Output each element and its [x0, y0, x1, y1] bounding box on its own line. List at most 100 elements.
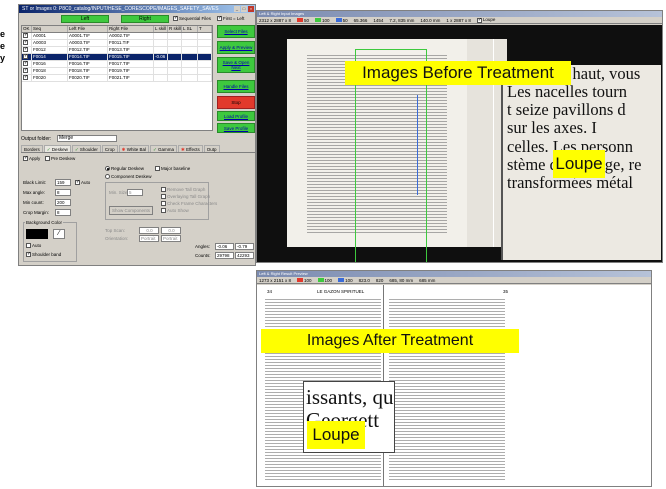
overlaying-option[interactable]: Overlaying Tall Graph — [161, 194, 210, 200]
row-ok-checkbox[interactable] — [22, 40, 32, 46]
before-status-dims: 2312 x 2887 x 8 — [259, 17, 292, 23]
table-row[interactable]: A0001A0001.TIFA0002.TIF — [22, 33, 212, 40]
apply-preview-button[interactable]: Apply & Preview — [217, 41, 255, 54]
sequential-files-checkbox[interactable] — [173, 15, 178, 22]
grid-header-right-file[interactable]: Right File — [108, 26, 154, 32]
max-angle-input[interactable]: 8 — [55, 189, 71, 196]
tab-crop[interactable]: Crop — [101, 145, 118, 152]
row-ok-checkbox[interactable] — [22, 61, 32, 67]
tab-white-bal[interactable]: ✱ White Bal — [118, 145, 149, 152]
row-checkbox[interactable] — [23, 33, 28, 39]
after-canvas[interactable]: 34 LE GAZON SPIRITUEL 35 issants, qu Geo… — [257, 285, 651, 486]
save-open-next-button[interactable]: Save & Open Next — [217, 57, 255, 73]
row-checkbox[interactable] — [23, 61, 28, 67]
row-seq: F0020 — [32, 75, 68, 81]
row-checkbox[interactable] — [23, 75, 28, 81]
row-right-file: A0002.TIF — [108, 33, 154, 39]
row-ok-checkbox[interactable] — [22, 75, 32, 81]
auto-checkbox[interactable] — [75, 179, 80, 186]
load-profile-button[interactable]: Load Profile — [217, 111, 255, 121]
save-profile-button[interactable]: Save Profile — [217, 123, 255, 133]
before-canvas[interactable]: de bas en haut, vous Les nacelles tourn … — [257, 25, 662, 262]
auto-option[interactable]: Auto — [75, 179, 90, 186]
output-folder-input[interactable]: Merge — [57, 135, 117, 142]
select-files-button[interactable]: Select Files — [217, 25, 255, 38]
file-list-grid[interactable]: OK Seq Left File Right File L skill R sk… — [21, 25, 213, 131]
before-status-dims2: 1 x 2887 x 8 — [446, 17, 471, 23]
min-size-input[interactable]: 5 — [127, 189, 143, 196]
shoulder-band-option[interactable]: Shoulder band — [26, 251, 61, 258]
tab-effects[interactable]: ✱ Effects — [178, 145, 203, 152]
grid-header-left-file[interactable]: Left File — [68, 26, 108, 32]
grid-header-l-skill[interactable]: L skill — [154, 26, 168, 32]
tab-deskew[interactable]: ✓ Deskew — [43, 145, 71, 152]
apply-checkbox[interactable] — [23, 155, 28, 162]
right-button[interactable]: Right — [121, 15, 169, 23]
row-left-file: F0012.TIF — [68, 47, 108, 53]
sequential-files-option[interactable]: Sequential Files — [173, 15, 212, 22]
grid-header-seq[interactable]: Seq — [32, 26, 68, 32]
min-count-input[interactable]: 200 — [55, 199, 71, 206]
row-r-skill — [168, 47, 182, 53]
tab-borders[interactable]: Borders — [21, 145, 43, 152]
component-deskew-radio[interactable] — [105, 174, 110, 180]
major-baseline-checkbox[interactable] — [155, 166, 160, 172]
tab-shoulder[interactable]: ✓ Shoulder — [71, 145, 101, 152]
table-row[interactable]: F0016F0016.TIFF0017.TIF — [22, 61, 212, 68]
row-ok-checkbox[interactable] — [22, 47, 32, 53]
check-frame-checkbox[interactable] — [161, 201, 166, 207]
table-row[interactable]: A0003A0003.TIFF0011.TIF — [22, 40, 212, 47]
auto-show-checkbox[interactable] — [161, 208, 166, 214]
eyedropper-icon[interactable]: ⁄ — [53, 229, 65, 239]
regular-deskew-option[interactable]: Regular Deskew — [105, 166, 144, 172]
grid-header-l-sl[interactable]: L SL — [182, 26, 198, 32]
component-deskew-option[interactable]: Component Deskew — [105, 174, 152, 180]
black-limit-input[interactable]: 159 — [55, 179, 71, 186]
background-color-swatch[interactable] — [26, 229, 48, 239]
max-angle-label: Max angle: — [23, 190, 46, 195]
minimize-icon[interactable]: _ — [234, 6, 240, 12]
min-count-label: Min count: — [23, 200, 44, 205]
first-left-option[interactable]: First = Left — [217, 15, 244, 22]
auto2-checkbox[interactable] — [26, 243, 31, 249]
row-checkbox[interactable] — [23, 68, 28, 74]
row-checkbox[interactable] — [23, 54, 28, 60]
crop-margin-input[interactable]: 8 — [55, 209, 71, 216]
row-checkbox[interactable] — [23, 47, 28, 53]
check-frame-option[interactable]: Check Frame Characters — [161, 201, 217, 207]
loupe-option[interactable]: Loupe — [476, 17, 495, 23]
left-button[interactable]: Left — [61, 15, 109, 23]
grid-header-t[interactable]: T — [198, 26, 212, 32]
auto-show-option[interactable]: Auto Show — [161, 208, 189, 214]
close-icon[interactable]: × — [248, 6, 254, 12]
show-components-button[interactable]: Show Components — [109, 206, 153, 215]
apply-option[interactable]: Apply — [23, 155, 40, 162]
tab-gamma[interactable]: ✓ Gamma — [149, 145, 178, 152]
table-row[interactable]: F0012F0012.TIFF0013.TIF — [22, 47, 212, 54]
row-ok-checkbox[interactable] — [22, 33, 32, 39]
pre-deskew-checkbox[interactable] — [45, 156, 50, 162]
first-left-checkbox[interactable] — [217, 15, 222, 22]
regular-deskew-radio[interactable] — [105, 166, 110, 172]
row-ok-checkbox[interactable] — [22, 68, 32, 74]
table-row[interactable]: F0020F0020.TIFF0021.TIF — [22, 75, 212, 82]
remove-tall-checkbox[interactable] — [161, 187, 166, 193]
auto2-option[interactable]: Auto — [26, 243, 41, 249]
shoulder-band-checkbox[interactable] — [26, 251, 31, 258]
grid-header-ok[interactable]: OK — [22, 26, 32, 32]
grid-header-r-skill[interactable]: R skill — [168, 26, 182, 32]
row-ok-checkbox[interactable] — [22, 54, 32, 60]
handle-files-button[interactable]: Handle Files — [217, 80, 255, 93]
table-row[interactable]: F0018F0018.TIFF0019.TIF — [22, 68, 212, 75]
pre-deskew-option[interactable]: Pre Deskew — [45, 156, 75, 162]
overlaying-checkbox[interactable] — [161, 194, 166, 200]
tab-output[interactable]: Outp — [203, 145, 220, 152]
stop-button[interactable]: Stop — [217, 96, 255, 109]
remove-tall-option[interactable]: Remove Tall Graph — [161, 187, 205, 193]
sequential-files-label: Sequential Files — [179, 16, 212, 21]
major-baseline-option[interactable]: Major baseline — [155, 166, 190, 172]
row-checkbox[interactable] — [23, 40, 28, 46]
table-row[interactable]: F0014F0014.TIFF0015.TIF-0.06 — [22, 54, 212, 61]
maximize-icon[interactable]: □ — [241, 6, 247, 12]
loupe-checkbox[interactable] — [476, 17, 482, 23]
